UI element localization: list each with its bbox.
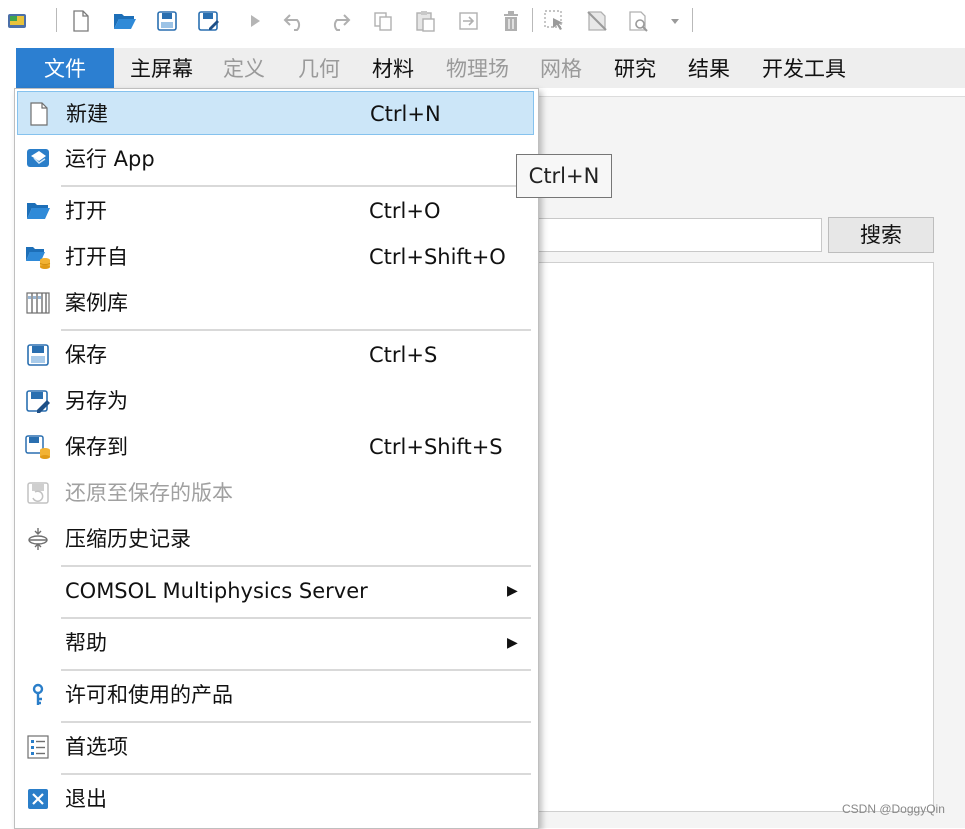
menu-item-new[interactable]: 新建 Ctrl+N [17,91,534,135]
open-folder-icon [25,198,51,224]
menu-item-label: 新建 [66,102,108,126]
quick-access-toolbar [0,0,965,44]
menu-item-label: 许可和使用的产品 [65,683,233,707]
menu-item-label: 退出 [65,787,107,811]
menu-item-exit[interactable]: 退出 [17,777,534,821]
menu-item-label: 压缩历史记录 [65,527,191,551]
submenu-arrow-icon: ▶ [507,635,518,651]
new-document-icon [26,101,52,127]
menu-separator [61,565,531,567]
tab-mesh: 网格 [540,57,582,81]
tab-study[interactable]: 研究 [614,48,656,88]
copy-icon [368,6,398,36]
menu-item-open-from[interactable]: 打开自 Ctrl+Shift+O [17,235,534,279]
menu-item-licensed-products[interactable]: 许可和使用的产品 [17,673,534,717]
exit-icon [25,786,51,812]
menu-item-label: 打开 [65,199,107,223]
menu-item-label: 还原至保存的版本 [65,481,233,505]
menu-item-shortcut: Ctrl+Shift+S [369,435,503,459]
menu-separator [61,617,531,619]
menu-item-compact-history[interactable]: 压缩历史记录 [17,517,534,561]
redo-icon [324,6,354,36]
tab-physics: 物理场 [446,57,509,81]
search-button[interactable]: 搜索 [828,217,934,253]
shortcut-tooltip: Ctrl+N [516,154,612,198]
find-icon [624,6,654,36]
menu-item-label: 保存到 [65,435,128,459]
menu-item-shortcut: Ctrl+S [369,343,438,367]
menu-item-help[interactable]: 帮助 ▶ [17,621,534,665]
menu-separator [61,721,531,723]
open-icon[interactable] [110,6,140,36]
license-key-icon [25,682,51,708]
menu-item-revert: 还原至保存的版本 [17,471,534,515]
watermark: CSDN @DoggyQin [842,802,945,816]
menu-item-shortcut: Ctrl+N [370,102,441,126]
tab-file[interactable]: 文件 [16,48,114,88]
menu-item-open[interactable]: 打开 Ctrl+O [17,189,534,233]
ribbon-tab-bar: 文件 主屏幕 定义 几何 材料 物理场 网格 研究 结果 开发工具 [16,48,965,88]
menu-item-application-libraries[interactable]: 案例库 [17,281,534,325]
menu-item-label: 保存 [65,343,107,367]
menu-item-label: 打开自 [65,245,128,269]
tab-results[interactable]: 结果 [688,48,730,88]
submenu-arrow-icon: ▶ [507,583,518,599]
menu-separator [61,773,531,775]
revert-icon [25,480,51,506]
tab-geometry: 几何 [298,57,340,81]
menu-item-preferences[interactable]: 首选项 [17,725,534,769]
save-icon [25,342,51,368]
menu-separator [61,185,531,187]
toolbar-separator [56,8,57,32]
duplicate-icon [454,6,484,36]
menu-item-label: 另存为 [65,389,128,413]
menu-item-run-app[interactable]: 运行 App [17,137,534,181]
tab-definitions: 定义 [223,57,265,81]
menu-item-save-to[interactable]: 保存到 Ctrl+Shift+S [17,425,534,469]
tab-developer[interactable]: 开发工具 [762,48,846,88]
menu-item-label: 案例库 [65,291,128,315]
preferences-icon [25,734,51,760]
select-icon [540,6,570,36]
search-input[interactable] [537,218,822,252]
run-app-icon [25,146,51,172]
new-icon[interactable] [66,6,96,36]
menu-item-shortcut: Ctrl+Shift+O [369,245,506,269]
save-as-icon[interactable] [194,6,224,36]
delete-icon [496,6,526,36]
file-menu: 新建 Ctrl+N 运行 App 打开 Ctrl+O 打开自 Ctrl+Shif… [14,88,539,829]
menu-item-shortcut: Ctrl+O [369,199,441,223]
results-list [537,262,934,812]
tab-materials[interactable]: 材料 [372,48,414,88]
menu-item-label: 帮助 [65,631,107,655]
tab-home[interactable]: 主屏幕 [130,48,193,88]
menu-item-label: 首选项 [65,735,128,759]
customize-dropdown-icon[interactable] [660,6,690,36]
menu-item-comsol-server[interactable]: COMSOL Multiphysics Server ▶ [17,569,534,613]
menu-separator [61,669,531,671]
menu-item-label: 运行 App [65,147,155,171]
menu-item-label: COMSOL Multiphysics Server [65,579,368,603]
paste-icon [410,6,440,36]
application-library-icon [25,290,51,316]
disable-icon [582,6,612,36]
run-icon [240,6,270,36]
open-from-database-icon [25,244,51,270]
compact-history-icon [25,526,51,552]
toolbar-separator [532,8,533,32]
save-icon[interactable] [152,6,182,36]
toolbar-separator [692,8,693,32]
menu-item-save[interactable]: 保存 Ctrl+S [17,333,534,377]
save-as-icon [25,388,51,414]
menu-item-save-as[interactable]: 另存为 [17,379,534,423]
save-to-database-icon [25,434,51,460]
undo-icon [280,6,310,36]
menu-separator [61,329,531,331]
app-icon[interactable] [2,6,32,36]
